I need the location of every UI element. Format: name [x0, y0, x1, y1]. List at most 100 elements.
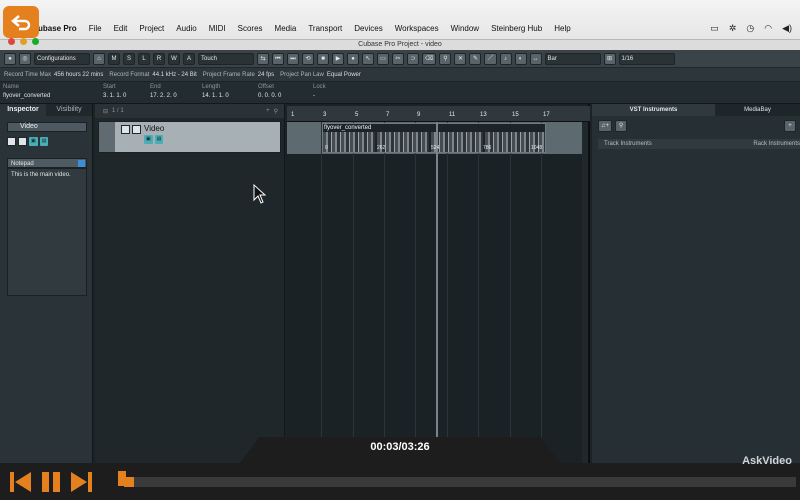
read-state-button[interactable]: R — [153, 52, 165, 65]
progress-handle[interactable] — [118, 471, 126, 486]
listen-state-button[interactable]: L — [138, 52, 150, 65]
notepad-header[interactable]: Notepad — [7, 158, 87, 168]
menu-help[interactable]: Help — [554, 24, 570, 38]
menu-steinberg-hub[interactable]: Steinberg Hub — [491, 24, 542, 38]
add-rack-icon[interactable]: + — [784, 120, 796, 132]
play-tool-icon[interactable]: ♪ — [499, 52, 512, 65]
menu-file[interactable]: File — [89, 24, 102, 38]
menu-window[interactable]: Window — [451, 24, 479, 38]
progress-track[interactable] — [124, 477, 796, 487]
menu-midi[interactable]: MIDI — [209, 24, 226, 38]
info-pan-law[interactable]: Project Pan Law Equal Power — [280, 72, 361, 78]
play-icon[interactable]: ▶ — [332, 52, 344, 65]
lock-icon[interactable] — [132, 125, 141, 134]
nudge-icon[interactable]: ↔ — [529, 52, 542, 65]
record-icon[interactable]: ● — [347, 52, 359, 65]
configurations-dropdown[interactable]: Configurations — [34, 52, 90, 65]
track-list-menu-icon[interactable]: ⊟ — [103, 108, 108, 115]
video-track[interactable]: Video ▣ ▤ — [98, 121, 281, 153]
solo-state-button[interactable]: S — [123, 52, 135, 65]
quantize-dropdown[interactable]: 1/16 — [618, 52, 675, 65]
tab-mediabay[interactable]: MediaBay — [715, 104, 800, 116]
project-area[interactable]: 1 3 5 7 9 11 13 15 17 flyover_converted … — [287, 104, 590, 470]
search-icon[interactable]: ⚲ — [274, 108, 278, 115]
automation-state-button[interactable]: A — [183, 52, 195, 65]
lock-icon[interactable] — [18, 137, 27, 146]
add-track-icon[interactable]: + — [266, 108, 270, 114]
tab-vst-instruments[interactable]: VST Instruments — [592, 104, 715, 116]
info-frame-rate[interactable]: Project Frame Rate 24 fps — [203, 72, 274, 78]
menu-scores[interactable]: Scores — [238, 24, 263, 38]
skip-back-button[interactable] — [9, 470, 33, 494]
close-window-icon[interactable] — [8, 38, 15, 45]
notepad-edit-icon[interactable] — [78, 160, 85, 167]
track-instruments-header[interactable]: Track Instruments — [604, 139, 652, 149]
mute-tool-icon[interactable]: ✕ — [454, 52, 467, 65]
tab-visibility[interactable]: Visibility — [46, 104, 92, 116]
cycle-icon[interactable]: ⟲ — [302, 52, 314, 65]
notepad-text[interactable]: This is the main video. — [7, 168, 87, 296]
add-instrument-icon[interactable]: ♫+ — [598, 120, 613, 132]
mute-icon[interactable] — [121, 125, 130, 134]
wifi-icon[interactable]: ◠ — [764, 23, 772, 34]
menu-edit[interactable]: Edit — [114, 24, 128, 38]
frame-number-icon[interactable]: ▤ — [154, 135, 164, 144]
tab-inspector[interactable]: Inspector — [0, 104, 46, 116]
app-menu[interactable]: ubase Pro — [38, 24, 77, 38]
rack-instruments-header[interactable]: Rack Instruments — [753, 139, 800, 149]
zoom-window-icon[interactable] — [32, 38, 39, 45]
back-button[interactable] — [3, 6, 39, 38]
constrain-delay-button[interactable]: ◎ — [19, 52, 31, 65]
video-clip[interactable]: flyover_converted 0 262 524 786 1048 — [322, 123, 546, 153]
write-state-button[interactable]: W — [168, 52, 180, 65]
menu-devices[interactable]: Devices — [354, 24, 382, 38]
automation-mode-dropdown[interactable]: Touch — [198, 52, 254, 65]
menu-audio[interactable]: Audio — [176, 24, 196, 38]
draw-icon[interactable]: ✎ — [469, 52, 482, 65]
quantize-icon[interactable]: ⊞ — [603, 52, 616, 65]
display-icon[interactable]: ▭ — [710, 23, 719, 34]
thumbnail-icon[interactable]: ▣ — [29, 137, 38, 146]
vertical-scrollbar[interactable] — [582, 122, 588, 470]
time-machine-icon[interactable]: ◷ — [746, 23, 754, 34]
mute-state-button[interactable]: M — [108, 52, 120, 65]
volume-icon[interactable]: ◀) — [782, 23, 792, 34]
minimize-window-icon[interactable] — [20, 38, 27, 45]
erase-icon[interactable]: ⌫ — [422, 52, 437, 65]
split-icon[interactable]: ✂ — [392, 52, 404, 65]
lock-icon[interactable]: ⌂ — [93, 52, 105, 65]
go-to-start-icon[interactable]: ⏮ — [272, 52, 284, 65]
event-name-field[interactable]: Name flyover_converted — [3, 84, 50, 99]
snap-grid-dropdown[interactable]: Bar — [544, 52, 601, 65]
event-start-field[interactable]: Start 3. 1. 1. 0 — [103, 84, 126, 99]
thumbnail-icon[interactable]: ▣ — [144, 135, 153, 144]
go-to-end-icon[interactable]: ⏭ — [287, 52, 299, 65]
project-cursor[interactable] — [436, 122, 438, 470]
range-selection-icon[interactable]: ▭ — [377, 52, 389, 65]
menu-workspaces[interactable]: Workspaces — [395, 24, 439, 38]
auto-scroll-icon[interactable]: ⇆ — [257, 52, 269, 65]
activate-project-button[interactable]: ● — [4, 52, 16, 65]
menu-project[interactable]: Project — [139, 24, 164, 38]
line-icon[interactable]: ／ — [484, 52, 497, 65]
settings-icon[interactable]: ✲ — [729, 23, 737, 34]
inspector-track-header[interactable]: Video — [7, 122, 87, 132]
mute-icon[interactable] — [7, 137, 16, 146]
menu-transport[interactable]: Transport — [308, 24, 342, 38]
track-name[interactable]: Video — [144, 124, 164, 133]
search-icon[interactable]: ⚲ — [615, 120, 628, 132]
event-offset-field[interactable]: Offset 0. 0. 0. 0 — [258, 84, 281, 99]
pause-button[interactable] — [39, 470, 63, 494]
menu-media[interactable]: Media — [275, 24, 297, 38]
object-selection-icon[interactable]: ↖ — [362, 52, 374, 65]
event-length-field[interactable]: Length 14. 1. 1. 0 — [202, 84, 229, 99]
glue-icon[interactable]: ⊃ — [407, 52, 419, 65]
stop-icon[interactable]: ■ — [317, 52, 329, 65]
color-icon[interactable]: ◐ — [514, 52, 527, 65]
zoom-icon[interactable]: ⚲ — [439, 52, 452, 65]
event-lock-field[interactable]: Lock - — [313, 84, 326, 99]
skip-forward-button[interactable] — [69, 470, 93, 494]
event-end-field[interactable]: End 17. 2. 2. 0 — [150, 84, 177, 99]
info-record-format[interactable]: Record Format 44.1 kHz - 24 Bit — [109, 72, 196, 78]
ruler[interactable]: 1 3 5 7 9 11 13 15 17 — [287, 106, 590, 122]
